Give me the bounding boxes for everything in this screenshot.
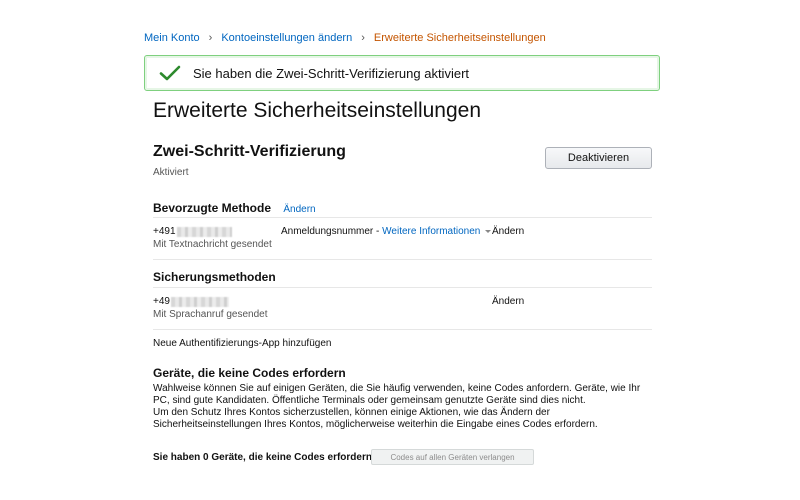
- phone-prefix: +491: [153, 226, 176, 237]
- devices-heading: Geräte, die keine Codes erfordern: [153, 366, 346, 380]
- breadcrumb-kontoeinstellungen[interactable]: Kontoeinstellungen ändern: [221, 32, 352, 44]
- preferred-method-title: Bevorzugte Methode: [153, 201, 272, 215]
- two-step-status: Aktiviert: [153, 167, 189, 178]
- checkmark-icon: [159, 65, 181, 81]
- success-alert: Sie haben die Zwei-Schritt-Verifizierung…: [144, 55, 660, 91]
- backup-row-change-link[interactable]: Ändern: [492, 296, 524, 307]
- redacted-number: [170, 296, 229, 307]
- require-codes-button[interactable]: Codes auf allen Geräten verlangen: [371, 449, 534, 465]
- devices-paragraph-2: Um den Schutz Ihres Kontos sicherzustell…: [153, 407, 598, 430]
- preferred-phone-number: +491: [153, 226, 232, 237]
- device-count-text: Sie haben 0 Geräte, die keine Codes erfo…: [153, 452, 372, 463]
- divider: [153, 217, 652, 218]
- devices-paragraph-1: Wahlweise können Sie auf einigen Geräten…: [153, 383, 641, 406]
- breadcrumb-separator: ›: [208, 32, 213, 44]
- deactivate-button[interactable]: Deaktivieren: [545, 147, 652, 169]
- breadcrumb-current: Erweiterte Sicherheitseinstellungen: [373, 32, 546, 44]
- breadcrumb-mein-konto[interactable]: Mein Konto: [144, 32, 200, 44]
- add-authenticator-app-link[interactable]: Neue Authentifizierungs-App hinzufügen: [153, 338, 331, 349]
- preferred-method-change-link[interactable]: Ändern: [283, 204, 315, 215]
- devices-description: Wahlweise können Sie auf einigen Geräten…: [153, 383, 653, 431]
- preferred-row-change-link[interactable]: Ändern: [492, 226, 524, 237]
- redacted-number: [176, 226, 232, 237]
- divider: [153, 329, 652, 330]
- login-number-row: Anmeldungsnummer - Weitere Informationen: [281, 226, 492, 237]
- breadcrumb-separator: ›: [361, 32, 365, 44]
- divider: [153, 259, 652, 260]
- preferred-method-type: Mit Textnachricht gesendet: [153, 239, 272, 250]
- preferred-method-heading: Bevorzugte Methode Ändern: [153, 201, 316, 215]
- more-info-link[interactable]: Weitere Informationen: [382, 226, 480, 237]
- divider: [153, 287, 652, 288]
- phone-prefix: +49: [153, 296, 170, 307]
- breadcrumb: Mein Konto › Kontoeinstellungen ändern ›…: [144, 32, 546, 44]
- dropdown-caret-icon[interactable]: [485, 229, 492, 233]
- backup-methods-heading: Sicherungsmethoden: [153, 270, 276, 284]
- login-number-label: Anmeldungsnummer -: [281, 226, 380, 237]
- backup-phone-number: +49: [153, 296, 229, 307]
- alert-message: Sie haben die Zwei-Schritt-Verifizierung…: [193, 65, 470, 81]
- two-step-title: Zwei-Schritt-Verifizierung: [153, 143, 346, 160]
- page-title: Erweiterte Sicherheitseinstellungen: [153, 99, 482, 122]
- backup-method-type: Mit Sprachanruf gesendet: [153, 309, 268, 320]
